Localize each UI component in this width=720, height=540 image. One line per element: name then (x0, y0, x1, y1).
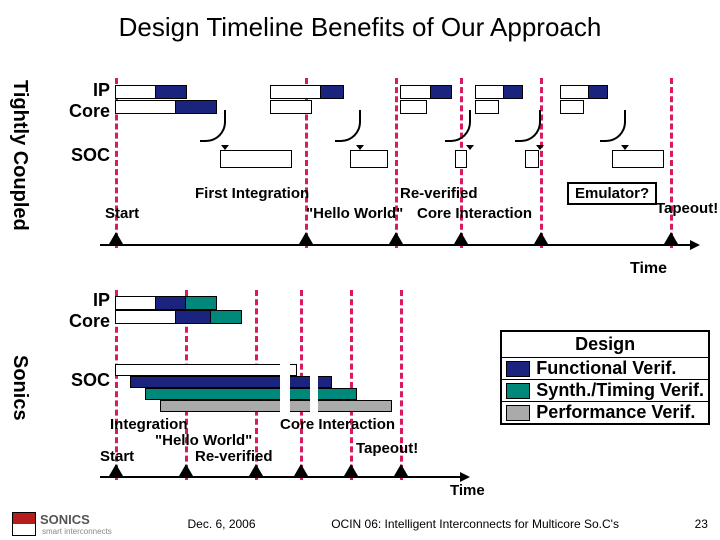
legend-synth: Synth./Timing Verif. (502, 380, 708, 402)
gantt-bar (560, 100, 584, 114)
legend-text: Synth./Timing Verif. (536, 380, 704, 401)
footer-page: 23 (695, 517, 708, 531)
gantt-bar (455, 150, 467, 168)
row-label-ip-top: IP Core (50, 80, 110, 122)
row-label-soc-bottom: SOC (50, 370, 110, 391)
gantt-bar (115, 364, 297, 376)
label-start: Start (105, 205, 139, 222)
gantt-bar (588, 85, 608, 99)
gantt-bar (155, 85, 187, 99)
swatch-icon (506, 361, 530, 377)
logo-tagline: smart interconnects (42, 527, 112, 536)
gantt-bar (115, 310, 177, 324)
legend-design: Design (502, 332, 708, 358)
time-axis (100, 244, 690, 246)
logo-icon (12, 512, 36, 536)
gantt-bar (115, 296, 157, 310)
label-core-interaction: Core Interaction (417, 205, 532, 222)
gantt-bar (475, 100, 499, 114)
legend-functional: Functional Verif. (502, 358, 708, 380)
gantt-bar (185, 296, 217, 310)
milestone-marker (454, 232, 468, 244)
milestone-marker (389, 232, 403, 244)
gantt-bar (220, 150, 292, 168)
label-hello-world: "Hello World" (155, 432, 252, 449)
label-reverified: Re-verified (195, 448, 273, 465)
legend-text: Performance Verif. (536, 402, 695, 423)
swatch-icon (506, 405, 530, 421)
label-core-interaction: Core Interaction (280, 416, 395, 433)
label-integration: Integration (110, 416, 188, 433)
gantt-bar (475, 85, 505, 99)
gantt-bar (430, 85, 452, 99)
legend: Design Functional Verif. Synth./Timing V… (500, 330, 710, 425)
arrow-icon (690, 240, 700, 250)
side-label-sonics: Sonics (8, 355, 31, 421)
gantt-bar (145, 388, 357, 400)
grid-line (350, 290, 353, 480)
milestone-marker (179, 464, 193, 476)
gantt-bar (115, 100, 177, 114)
label-time: Time (450, 482, 485, 499)
gantt-bar (525, 150, 539, 168)
gantt-bar (320, 85, 344, 99)
gantt-bar (210, 310, 242, 324)
row-label-soc-top: SOC (50, 145, 110, 166)
footer: SONICS smart interconnects Dec. 6, 2006 … (0, 512, 720, 536)
gantt-bar (270, 85, 322, 99)
milestone-marker (249, 464, 263, 476)
milestone-marker (109, 232, 123, 244)
gantt-bar (115, 85, 157, 99)
arrow-icon (335, 110, 361, 142)
gantt-gap (280, 362, 290, 414)
footer-event: OCIN 06: Intelligent Interconnects for M… (331, 517, 619, 531)
gantt-bar (400, 100, 427, 114)
gantt-bar (270, 100, 312, 114)
time-axis (100, 476, 460, 478)
label-first-integration: First Integration (195, 185, 309, 202)
milestone-marker (294, 464, 308, 476)
arrow-icon (515, 110, 541, 142)
milestone-marker (534, 232, 548, 244)
milestone-marker (344, 464, 358, 476)
legend-text: Functional Verif. (536, 358, 676, 379)
gantt-bar (155, 296, 187, 310)
legend-perf: Performance Verif. (502, 402, 708, 423)
gantt-gap (310, 362, 318, 414)
grid-line (540, 78, 543, 248)
milestone-marker (109, 464, 123, 476)
milestone-marker (394, 464, 408, 476)
label-emulator: Emulator? (567, 182, 657, 205)
gantt-bar (560, 85, 590, 99)
milestone-marker (664, 232, 678, 244)
gantt-bar (612, 150, 664, 168)
grid-line (395, 78, 398, 248)
gantt-bar (503, 85, 523, 99)
label-hello-world: "Hello World" (306, 205, 403, 222)
label-tapeout: Tapeout! (656, 200, 718, 217)
gantt-bar (400, 85, 432, 99)
arrow-icon (445, 110, 471, 142)
arrow-icon (200, 110, 226, 142)
logo-brand: SONICS (40, 512, 112, 527)
gantt-bar (160, 400, 392, 412)
label-tapeout: Tapeout! (356, 440, 418, 457)
swatch-icon (506, 383, 530, 399)
arrow-icon (460, 472, 470, 482)
page-title: Design Timeline Benefits of Our Approach (0, 0, 720, 43)
gantt-bar (175, 310, 212, 324)
gantt-bar (130, 376, 332, 388)
grid-line (670, 78, 673, 248)
milestone-marker (299, 232, 313, 244)
label-time: Time (630, 260, 667, 278)
row-label-ip-bottom: IP Core (50, 290, 110, 332)
logo: SONICS smart interconnects (12, 512, 112, 536)
side-label-tightly-coupled: Tightly Coupled (8, 80, 31, 231)
gantt-bar (350, 150, 388, 168)
label-start: Start (100, 448, 134, 465)
footer-date: Dec. 6, 2006 (187, 517, 255, 531)
label-reverified: Re-verified (400, 185, 478, 202)
arrow-icon (600, 110, 626, 142)
